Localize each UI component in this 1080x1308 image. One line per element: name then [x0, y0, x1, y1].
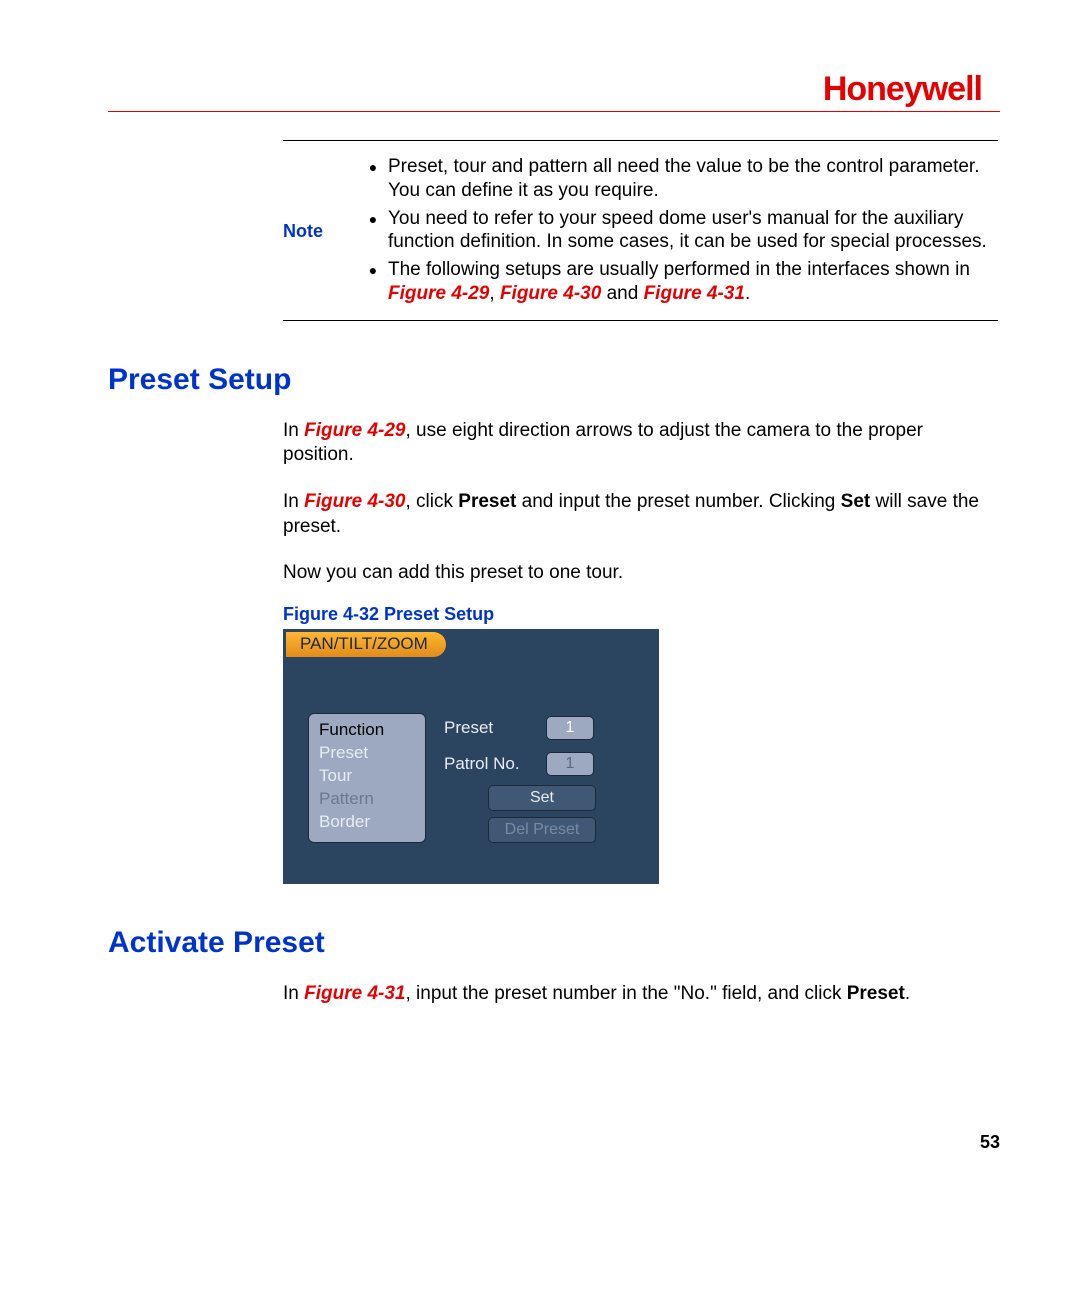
ptz-tab[interactable]: PAN/TILT/ZOOM: [286, 632, 446, 657]
bullet-icon: ●: [358, 258, 388, 282]
function-item-tour[interactable]: Tour: [319, 765, 415, 788]
paragraph: In Figure 4-31, input the preset number …: [283, 982, 998, 1007]
brand-logo: Honeywell: [108, 70, 1000, 109]
set-button[interactable]: Set: [488, 785, 596, 811]
figure-ref: Figure 4-30: [500, 283, 601, 304]
figure-ref: Figure 4-29: [304, 420, 405, 441]
note-label: Note: [283, 151, 358, 242]
page-number: 53: [980, 1132, 1000, 1153]
bold-text: Preset: [847, 983, 905, 1004]
figure-ref: Figure 4-30: [304, 491, 405, 512]
header-rule: [108, 111, 1000, 112]
note-list: ● Preset, tour and pattern all need the …: [358, 151, 998, 310]
control-column: Preset 1 Patrol No. 1 Set Del Preset: [444, 713, 596, 843]
note-block: Note ● Preset, tour and pattern all need…: [283, 140, 998, 321]
bold-text: Set: [841, 491, 871, 512]
bullet-icon: ●: [358, 207, 388, 231]
figure-ref: Figure 4-31: [304, 983, 405, 1004]
preset-input[interactable]: 1: [546, 716, 594, 740]
bullet-icon: ●: [358, 155, 388, 179]
function-title: Function: [319, 720, 415, 740]
patrol-label: Patrol No.: [444, 754, 536, 774]
note-item: ● You need to refer to your speed dome u…: [358, 207, 998, 255]
function-item-pattern[interactable]: Pattern: [319, 788, 415, 811]
note-text: The following setups are usually perform…: [388, 258, 998, 306]
paragraph: In Figure 4-30, click Preset and input t…: [283, 490, 998, 539]
ptz-panel: PAN/TILT/ZOOM Function Preset Tour Patte…: [283, 629, 659, 884]
function-item-border[interactable]: Border: [319, 811, 415, 834]
figure-preset-setup: PAN/TILT/ZOOM Function Preset Tour Patte…: [283, 629, 1000, 884]
section-heading-activate-preset: Activate Preset: [108, 926, 1000, 960]
note-item: ● The following setups are usually perfo…: [358, 258, 998, 306]
bold-text: Preset: [458, 491, 516, 512]
paragraph: In Figure 4-29, use eight direction arro…: [283, 419, 998, 468]
preset-label: Preset: [444, 718, 536, 738]
note-text: You need to refer to your speed dome use…: [388, 207, 998, 255]
patrol-input[interactable]: 1: [546, 752, 594, 776]
section-heading-preset-setup: Preset Setup: [108, 363, 1000, 397]
figure-caption: Figure 4-32 Preset Setup: [283, 604, 1000, 625]
figure-ref: Figure 4-29: [388, 283, 489, 304]
del-preset-button[interactable]: Del Preset: [488, 817, 596, 843]
paragraph: Now you can add this preset to one tour.: [283, 561, 998, 586]
note-item: ● Preset, tour and pattern all need the …: [358, 155, 998, 203]
note-text: Preset, tour and pattern all need the va…: [388, 155, 998, 203]
figure-ref: Figure 4-31: [644, 283, 745, 304]
function-item-preset[interactable]: Preset: [319, 742, 415, 765]
function-box: Function Preset Tour Pattern Border: [308, 713, 426, 843]
